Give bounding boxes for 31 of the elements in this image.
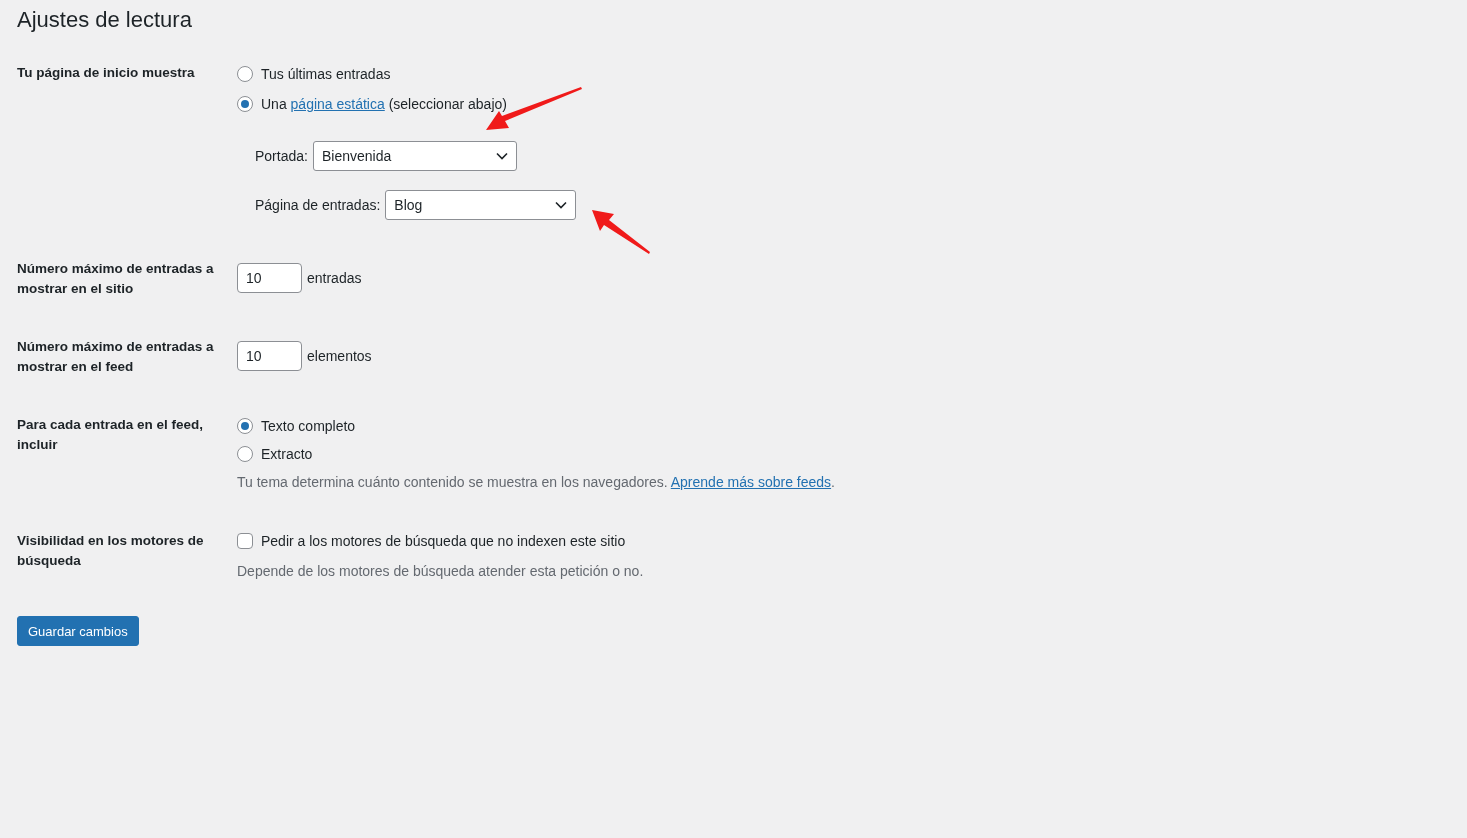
- chevron-down-icon: [495, 152, 508, 160]
- arrow-annotation: [592, 210, 650, 254]
- radio-button[interactable]: [237, 417, 253, 434]
- description-text: Depende de los motores de búsqueda atender esta petición o no.: [237, 562, 645, 581]
- number-field[interactable]: 10: [237, 263, 302, 293]
- unit-label: entradas: [307, 270, 362, 286]
- radio-button[interactable]: [237, 65, 253, 82]
- option-label: Texto completo: [261, 417, 356, 434]
- page-dropdown[interactable]: Blog: [385, 190, 577, 220]
- option-label: Pedir a los motores de búsqueda que no indexen este sitio: [261, 532, 626, 549]
- option-label: Una página estática (seleccionar abajo): [261, 95, 507, 112]
- unit-label: elementos: [307, 348, 372, 364]
- number-field[interactable]: 10: [237, 341, 302, 371]
- setting-label: Para cada entrada en el feed, incluir: [17, 416, 205, 454]
- radio-button[interactable]: [237, 95, 253, 112]
- select-label: Página de entradas:: [255, 197, 381, 213]
- select-label: Portada:: [255, 148, 308, 164]
- static-page-link[interactable]: página estática: [290, 95, 385, 112]
- page-dropdown[interactable]: Bienvenida: [312, 141, 517, 171]
- setting-label: Número máximo de entradas a mostrar en el feed: [17, 338, 215, 376]
- chevron-down-icon: [555, 201, 568, 209]
- option-label: Tus últimas entradas: [261, 65, 391, 82]
- checkbox[interactable]: [237, 532, 253, 549]
- page-title: Ajustes de lectura: [17, 8, 192, 32]
- setting-label: Número máximo de entradas a mostrar en el sitio: [17, 260, 215, 298]
- save-button[interactable]: Guardar cambios: [17, 616, 139, 646]
- radio-button[interactable]: [237, 445, 253, 462]
- setting-label: Visibilidad en los motores de búsqueda: [17, 532, 205, 570]
- option-label: Extracto: [261, 445, 313, 462]
- description-text: Tu tema determina cuánto contenido se muestra en los navegadores. Aprende más sobre feeds.: [237, 473, 836, 492]
- setting-label: Tu página de inicio muestra: [17, 64, 196, 82]
